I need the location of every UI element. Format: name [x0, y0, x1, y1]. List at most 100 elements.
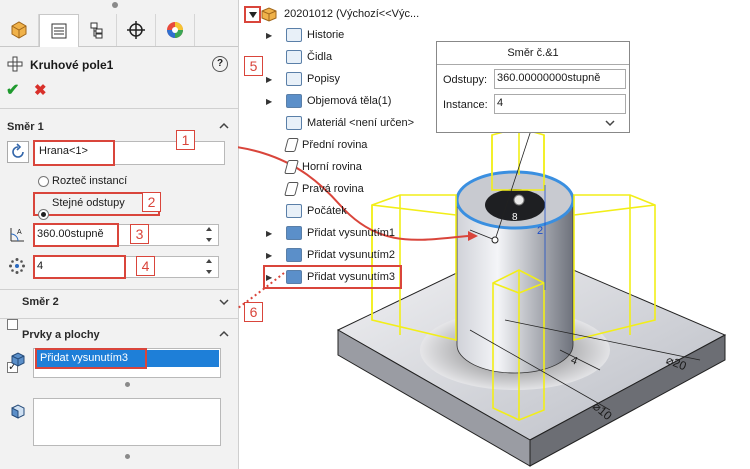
sensors-icon [286, 50, 302, 64]
direction2-title: Směr 2 [22, 296, 59, 308]
popup-instances-label: Instance: [443, 99, 488, 111]
expand-arrow-icon[interactable]: ▶ [266, 31, 276, 40]
pattern-axis-value: Hrana<1> [39, 145, 88, 157]
tree-item[interactable]: Horní rovina [266, 158, 362, 176]
tree-item-label: Čidla [307, 51, 333, 63]
instance-count-icon [8, 257, 26, 278]
tree-item-label: Horní rovina [302, 161, 362, 173]
extrude-icon [286, 226, 302, 240]
popup-spacing-label: Odstupy: [443, 74, 488, 86]
tree-root-label: 20201012 (Výchozí<<Výc... [284, 8, 420, 20]
help-button[interactable]: ? [212, 56, 228, 72]
tree-item-label: Počátek [307, 205, 347, 217]
tree-item[interactable]: Pravá rovina [266, 180, 364, 198]
features-to-pattern-icon [9, 350, 27, 371]
expand-arrow-icon[interactable]: ▶ [266, 97, 276, 106]
divider [0, 289, 238, 290]
list-resize-handle[interactable] [125, 454, 130, 459]
angle-icon: A [8, 225, 26, 246]
tree-item-label: Přidat vysunutím3 [307, 271, 396, 283]
dimxpert-icon [127, 21, 145, 39]
tree-item[interactable]: ▶ Přidat vysunutím3 [262, 265, 403, 289]
popup-instances-field[interactable]: 4 [494, 94, 626, 114]
property-manager-panel: Kruhové pole1 ? ✔ ✖ Směr 1 Hrana<1> Rozt… [0, 0, 239, 469]
chevron-up-icon[interactable] [219, 121, 229, 134]
features-title: Prvky a plochy [22, 329, 100, 341]
tree-item[interactable]: ▶ Přidat vysunutím2 [266, 246, 395, 264]
axis-point [513, 194, 525, 206]
list-resize-handle[interactable] [125, 382, 130, 387]
faces-list[interactable] [33, 398, 221, 446]
direction2-checkbox[interactable] [7, 319, 18, 330]
reverse-direction-button[interactable] [7, 141, 29, 163]
tree-item[interactable]: Čidla [266, 48, 332, 66]
ok-button[interactable]: ✔ [6, 80, 19, 100]
tree-item-label: Popisy [307, 73, 341, 85]
history-icon [286, 28, 302, 42]
equal-spacing-label: Stejné odstupy [52, 197, 125, 209]
chevron-down-icon[interactable] [219, 297, 229, 310]
feature-title: Kruhové pole1 [30, 58, 114, 72]
plane-icon [284, 138, 299, 152]
tree-item-label: Historie [307, 29, 345, 41]
tree-root[interactable]: 20201012 (Výchozí<<Výc... [260, 6, 419, 22]
dimension-dot [491, 236, 499, 244]
expand-arrow-icon[interactable]: ▶ [266, 229, 276, 238]
tree-item-label: Přidat vysunutím2 [307, 249, 396, 261]
expand-arrow-icon[interactable]: ▶ [266, 273, 276, 282]
dimension-label[interactable]: 8 [512, 212, 518, 223]
tab-feature-manager[interactable] [0, 14, 39, 46]
equal-spacing-radio[interactable] [38, 209, 49, 220]
extrude-icon [286, 270, 302, 284]
cancel-button[interactable]: ✖ [34, 81, 47, 99]
divider [0, 318, 238, 319]
direction1-title: Směr 1 [7, 121, 44, 133]
tree-item[interactable]: Počátek [266, 202, 347, 220]
pattern-popup: Směr č.&1 Odstupy: 360.00000000stupně In… [436, 41, 630, 133]
chevron-up-icon[interactable] [219, 329, 229, 342]
tree-item-label: Pravá rovina [302, 183, 364, 195]
material-icon [286, 116, 302, 130]
chevron-down-icon[interactable] [605, 118, 615, 131]
tree-item[interactable]: ▶ Objemová těla(1) [266, 92, 391, 110]
property-manager-icon [51, 23, 67, 39]
svg-text:A: A [17, 229, 22, 236]
popup-spacing-field[interactable]: 360.00000000stupně [494, 69, 626, 89]
tree-item-label: Přední rovina [302, 139, 368, 151]
tab-configuration-manager[interactable] [78, 14, 117, 46]
popup-title: Směr č.&1 [437, 42, 629, 65]
extrude-icon [286, 248, 302, 262]
tree-item[interactable]: ▶ Popisy [266, 70, 340, 88]
tree-item[interactable]: Přední rovina [266, 136, 367, 154]
tree-item[interactable]: ▶ Přidat vysunutím1 [266, 224, 395, 242]
tab-dimxpert[interactable] [117, 14, 156, 46]
origin-icon [286, 204, 302, 218]
callout-2: 2 [142, 192, 161, 212]
annotations-icon [286, 72, 302, 86]
reverse-direction-icon [12, 143, 24, 158]
tree-item-label: Objemová těla(1) [307, 95, 392, 107]
tab-property-manager[interactable] [39, 14, 79, 47]
instance-spacing-label: Rozteč instancí [52, 175, 128, 187]
manager-tabs [0, 14, 238, 47]
callout-3: 3 [130, 224, 149, 244]
callout-highlight-count [33, 255, 126, 279]
instance-count-value: 4 [37, 260, 44, 272]
tree-item-label: Přidat vysunutím1 [307, 227, 396, 239]
angle-spinner[interactable] [203, 227, 215, 242]
tab-display-manager[interactable] [156, 14, 195, 46]
expand-arrow-icon[interactable]: ▶ [266, 75, 276, 84]
configuration-manager-icon [90, 22, 103, 39]
solid-bodies-icon [286, 94, 302, 108]
divider [0, 108, 238, 109]
plane-icon [284, 182, 299, 196]
tree-item[interactable]: Materiál <není určen> [266, 114, 414, 132]
tree-item-label: Materiál <není určen> [307, 117, 415, 129]
count-spinner[interactable] [203, 259, 215, 274]
tree-item[interactable]: ▶ Historie [266, 26, 344, 44]
panel-grip-handle[interactable] [112, 2, 118, 8]
plane-icon [284, 160, 299, 174]
expand-arrow-icon[interactable]: ▶ [266, 251, 276, 260]
instance-spacing-radio[interactable] [38, 176, 49, 187]
dimension-label[interactable]: 2 [537, 225, 543, 237]
